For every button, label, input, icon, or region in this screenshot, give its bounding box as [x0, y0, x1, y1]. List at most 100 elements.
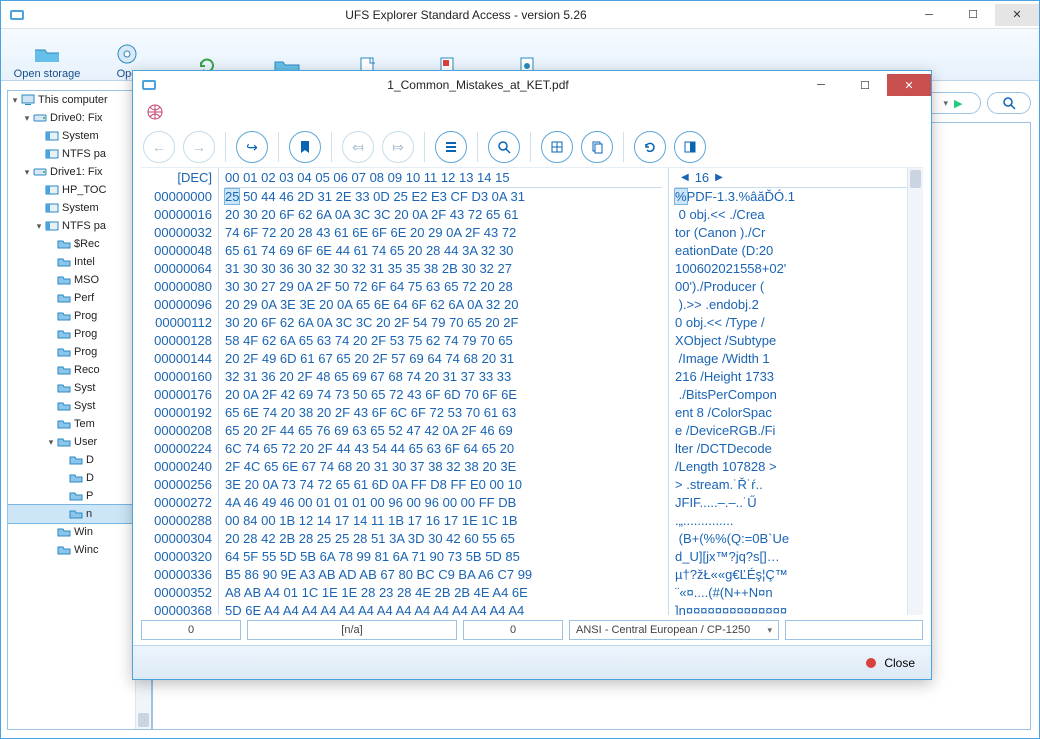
hex-ascii-row[interactable]: d_U][jx™?jq?s[]…: [675, 548, 916, 566]
hex-maximize-button[interactable]: ☐: [843, 74, 887, 96]
hex-ascii-row[interactable]: > .stream.˙Ř˙ŕ..: [675, 476, 916, 494]
maximize-button[interactable]: ☐: [951, 4, 995, 26]
tree-item[interactable]: Intel: [8, 253, 151, 271]
ascii-nav-left-icon[interactable]: ◀: [681, 168, 689, 188]
tree-item[interactable]: ▾Drive1: Fix: [8, 163, 151, 181]
tree-arrow-icon[interactable]: ▾: [22, 113, 32, 124]
block-next-button[interactable]: ⤇: [382, 131, 414, 163]
hex-bytes-row[interactable]: 2F 4C 65 6E 67 74 68 20 31 30 37 38 32 3…: [225, 458, 662, 476]
tree-item[interactable]: MSO: [8, 271, 151, 289]
minimize-button[interactable]: ─: [907, 4, 951, 26]
hex-selected-byte[interactable]: 25: [225, 189, 239, 204]
hex-ascii-row[interactable]: 100602021558+02': [675, 260, 916, 278]
tree-item[interactable]: ▾This computer: [8, 91, 151, 109]
status-encoding-dropdown[interactable]: ANSI - Central European / CP-1250: [569, 620, 779, 640]
reload-button[interactable]: [634, 131, 666, 163]
copy-button[interactable]: [581, 131, 613, 163]
hex-bytes-row[interactable]: 00 84 00 1B 12 14 17 14 11 1B 17 16 17 1…: [225, 512, 662, 530]
hex-ascii-row[interactable]: 0 obj.<< ./Crea: [675, 206, 916, 224]
hex-ascii-row[interactable]: e /DeviceRGB./Fi: [675, 422, 916, 440]
hex-ascii-row[interactable]: ]n¤¤¤¤¤¤¤¤¤¤¤¤¤¤: [675, 602, 916, 615]
hex-ascii-row[interactable]: /Image /Width 1: [675, 350, 916, 368]
hex-ascii-row[interactable]: %PDF-1.3.%âăĎÓ.1: [675, 188, 916, 206]
tree-item[interactable]: Winc: [8, 541, 151, 559]
open-storage-button[interactable]: Open storage: [7, 42, 87, 80]
tree-item[interactable]: D: [8, 469, 151, 487]
zoom-button[interactable]: [488, 131, 520, 163]
hex-selected-ascii[interactable]: %: [675, 189, 687, 204]
ascii-nav-right-icon[interactable]: ▶: [715, 168, 723, 188]
hex-bytes-row[interactable]: 6C 74 65 72 20 2F 44 43 54 44 65 63 6F 6…: [225, 440, 662, 458]
tree-item[interactable]: NTFS pa: [8, 145, 151, 163]
hex-ascii-row[interactable]: JFIF.....–.–..˙Ű: [675, 494, 916, 512]
hex-scrollbar[interactable]: [907, 168, 923, 615]
hex-bytes-row[interactable]: 74 6F 72 20 28 43 61 6E 6F 6E 20 29 0A 2…: [225, 224, 662, 242]
main-close-button[interactable]: ✕: [995, 4, 1039, 26]
hex-bytes-row[interactable]: 25 50 44 46 2D 31 2E 33 0D 25 E2 E3 CF D…: [225, 188, 662, 206]
tree-item[interactable]: Win: [8, 523, 151, 541]
hex-ascii-row[interactable]: lter /DCTDecode: [675, 440, 916, 458]
hex-ascii-row[interactable]: 00')./Producer (: [675, 278, 916, 296]
hex-bytes-row[interactable]: 20 30 20 6F 62 6A 0A 3C 3C 20 0A 2F 43 7…: [225, 206, 662, 224]
tree-arrow-icon[interactable]: ▾: [10, 95, 20, 106]
goto-button[interactable]: ↪: [236, 131, 268, 163]
tree-item[interactable]: System: [8, 199, 151, 217]
hex-ascii-row[interactable]: ./BitsPerCompon: [675, 386, 916, 404]
list-button[interactable]: [435, 131, 467, 163]
tree-item[interactable]: ▾User: [8, 433, 151, 451]
hex-ascii-row[interactable]: ¨«¤....(#(N++N¤n: [675, 584, 916, 602]
hex-bytes-row[interactable]: 65 61 74 69 6F 6E 44 61 74 65 20 28 44 3…: [225, 242, 662, 260]
tree-item[interactable]: Prog: [8, 343, 151, 361]
tree-item[interactable]: n: [8, 505, 151, 523]
hex-minimize-button[interactable]: ─: [799, 74, 843, 96]
bookmark-button[interactable]: [289, 131, 321, 163]
tree-item[interactable]: HP_TOC: [8, 181, 151, 199]
hex-ascii-row[interactable]: (B+(%%(Q:=0B`Ue: [675, 530, 916, 548]
hex-bytes-row[interactable]: 30 20 6F 62 6A 0A 3C 3C 20 2F 54 79 70 6…: [225, 314, 662, 332]
tree-item[interactable]: ▾NTFS pa: [8, 217, 151, 235]
hex-bytes-row[interactable]: 30 30 27 29 0A 2F 50 72 6F 64 75 63 65 7…: [225, 278, 662, 296]
tree-item[interactable]: System: [8, 127, 151, 145]
tree-item[interactable]: Reco: [8, 361, 151, 379]
tree-item[interactable]: ▾Drive0: Fix: [8, 109, 151, 127]
hex-ascii-row[interactable]: .„..............: [675, 512, 916, 530]
address-dropdown-icon[interactable]: ▾: [943, 98, 948, 109]
tree-arrow-icon[interactable]: ▾: [46, 437, 56, 448]
hex-ascii-row[interactable]: tor (Canon )./Cr: [675, 224, 916, 242]
hex-bytes-row[interactable]: 32 31 36 20 2F 48 65 69 67 68 74 20 31 3…: [225, 368, 662, 386]
hex-bytes-row[interactable]: 20 28 42 2B 28 25 25 28 51 3A 3D 30 42 6…: [225, 530, 662, 548]
block-prev-button[interactable]: ⤆: [342, 131, 374, 163]
hex-bytes-row[interactable]: 3E 20 0A 73 74 72 65 61 6D 0A FF D8 FF E…: [225, 476, 662, 494]
hex-bytes-row[interactable]: 64 5F 55 5D 5B 6A 78 99 81 6A 71 90 73 5…: [225, 548, 662, 566]
hex-close-button[interactable]: ✕: [887, 74, 931, 96]
close-button[interactable]: Close: [884, 656, 915, 670]
hex-bytes-row[interactable]: 4A 46 49 46 00 01 01 01 00 96 00 96 00 0…: [225, 494, 662, 512]
tree-panel[interactable]: ▾This computer▾Drive0: FixSystemNTFS pa▾…: [7, 90, 152, 730]
tree-item[interactable]: Syst: [8, 379, 151, 397]
hex-bytes-row[interactable]: 58 4F 62 6A 65 63 74 20 2F 53 75 62 74 7…: [225, 332, 662, 350]
hex-ascii-row[interactable]: XObject /Subtype: [675, 332, 916, 350]
hex-bytes-row[interactable]: 20 2F 49 6D 61 67 65 20 2F 57 69 64 74 6…: [225, 350, 662, 368]
hex-ascii-row[interactable]: ).>> .endobj.2: [675, 296, 916, 314]
tree-item[interactable]: Syst: [8, 397, 151, 415]
hex-ascii-row[interactable]: 0 obj.<< /Type /: [675, 314, 916, 332]
hex-bytes-row[interactable]: 31 30 30 36 30 32 30 32 31 35 35 38 2B 3…: [225, 260, 662, 278]
hex-bytes-row[interactable]: 5D 6E A4 A4 A4 A4 A4 A4 A4 A4 A4 A4 A4 A…: [225, 602, 662, 615]
contrast-button[interactable]: [674, 131, 706, 163]
globe-icon[interactable]: [147, 104, 165, 122]
nav-forward-button[interactable]: →: [183, 131, 215, 163]
search-field[interactable]: [987, 92, 1031, 114]
go-icon[interactable]: ▶: [954, 97, 970, 110]
tree-item[interactable]: $Rec: [8, 235, 151, 253]
hex-ascii-row[interactable]: 216 /Height 1733: [675, 368, 916, 386]
hex-bytes-row[interactable]: 65 6E 74 20 38 20 2F 43 6F 6C 6F 72 53 7…: [225, 404, 662, 422]
tree-item[interactable]: D: [8, 451, 151, 469]
hex-bytes-row[interactable]: A8 AB A4 01 1C 1E 1E 28 23 28 4E 2B 2B 4…: [225, 584, 662, 602]
tree-item[interactable]: Tem: [8, 415, 151, 433]
tree-item[interactable]: Prog: [8, 325, 151, 343]
hex-bytes-column[interactable]: 00 01 02 03 04 05 06 07 08 09 10 11 12 1…: [219, 168, 669, 615]
hex-ascii-row[interactable]: µ†?žŁ«­«g€ĽÉş¦Ç™: [675, 566, 916, 584]
hex-ascii-column[interactable]: ◀ 16 ▶ %PDF-1.3.%âăĎÓ.1 0 obj.<< ./Creat…: [669, 168, 923, 615]
nav-back-button[interactable]: ←: [143, 131, 175, 163]
hex-ascii-row[interactable]: ent 8 /ColorSpac: [675, 404, 916, 422]
